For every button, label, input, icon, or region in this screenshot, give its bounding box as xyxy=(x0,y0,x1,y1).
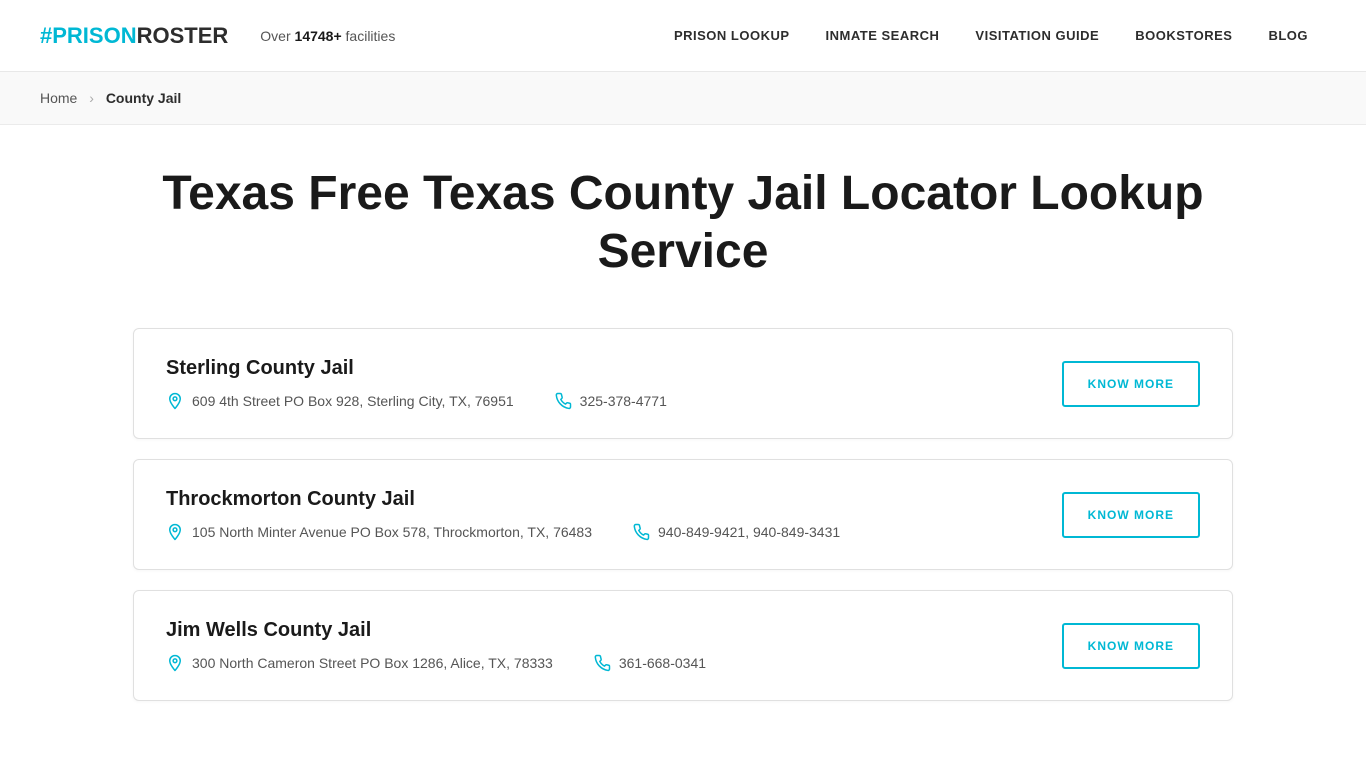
jail-card: Sterling County Jail 609 4th Street PO B… xyxy=(133,328,1233,439)
know-more-button[interactable]: KNOW MORE xyxy=(1062,492,1200,538)
jail-phone: 940-849-9421, 940-849-3431 xyxy=(632,523,840,541)
jail-phone: 325-378-4771 xyxy=(554,392,667,410)
breadcrumb-separator: › xyxy=(89,90,94,106)
nav-visitation-guide[interactable]: VISITATION GUIDE xyxy=(957,28,1117,43)
site-logo[interactable]: #PRISONROSTER xyxy=(40,23,228,49)
jail-name: Jim Wells County Jail xyxy=(166,619,1022,642)
page-title: Texas Free Texas County Jail Locator Loo… xyxy=(133,165,1233,280)
jail-name: Throckmorton County Jail xyxy=(166,488,1022,511)
jail-info: Throckmorton County Jail 105 North Minte… xyxy=(166,488,1022,541)
nav-prison-lookup[interactable]: PRISON LOOKUP xyxy=(656,28,808,43)
site-header: #PRISONROSTER Over 14748+ facilities PRI… xyxy=(0,0,1366,72)
main-nav: PRISON LOOKUP INMATE SEARCH VISITATION G… xyxy=(656,28,1326,43)
phone-icon xyxy=(593,654,611,672)
location-icon xyxy=(166,523,184,541)
location-icon xyxy=(166,654,184,672)
jail-address: 609 4th Street PO Box 928, Sterling City… xyxy=(166,392,514,410)
jail-name: Sterling County Jail xyxy=(166,357,1022,380)
main-content: Texas Free Texas County Jail Locator Loo… xyxy=(93,125,1273,781)
phone-icon xyxy=(554,392,572,410)
jail-phone: 361-668-0341 xyxy=(593,654,706,672)
jail-details: 609 4th Street PO Box 928, Sterling City… xyxy=(166,392,1022,410)
logo-prison: PRISON xyxy=(52,23,136,49)
nav-inmate-search[interactable]: INMATE SEARCH xyxy=(808,28,958,43)
nav-blog[interactable]: BLOG xyxy=(1250,28,1326,43)
jail-info: Jim Wells County Jail 300 North Cameron … xyxy=(166,619,1022,672)
logo-roster: ROSTER xyxy=(137,23,229,49)
logo-hash: # xyxy=(40,23,52,49)
facilities-number: 14748+ xyxy=(295,28,342,44)
breadcrumb: Home › County Jail xyxy=(0,72,1366,125)
jail-card: Jim Wells County Jail 300 North Cameron … xyxy=(133,590,1233,701)
know-more-button[interactable]: KNOW MORE xyxy=(1062,623,1200,669)
phone-icon xyxy=(632,523,650,541)
facilities-count-text: Over 14748+ facilities xyxy=(260,28,395,44)
know-more-button[interactable]: KNOW MORE xyxy=(1062,361,1200,407)
jail-address: 300 North Cameron Street PO Box 1286, Al… xyxy=(166,654,553,672)
jail-address: 105 North Minter Avenue PO Box 578, Thro… xyxy=(166,523,592,541)
breadcrumb-home[interactable]: Home xyxy=(40,90,77,106)
location-icon xyxy=(166,392,184,410)
jail-details: 300 North Cameron Street PO Box 1286, Al… xyxy=(166,654,1022,672)
jail-details: 105 North Minter Avenue PO Box 578, Thro… xyxy=(166,523,1022,541)
jail-card: Throckmorton County Jail 105 North Minte… xyxy=(133,459,1233,570)
nav-bookstores[interactable]: BOOKSTORES xyxy=(1117,28,1250,43)
breadcrumb-current: County Jail xyxy=(106,90,181,106)
jail-info: Sterling County Jail 609 4th Street PO B… xyxy=(166,357,1022,410)
